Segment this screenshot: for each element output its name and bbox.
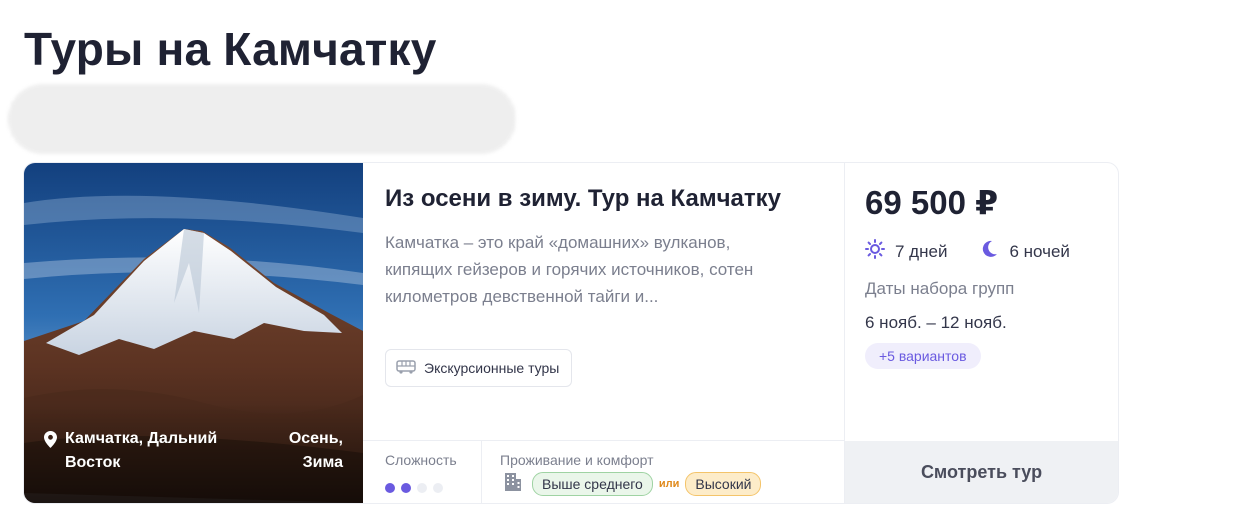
blurred-subtitle: [8, 84, 516, 154]
sun-icon: [865, 239, 885, 264]
nights-count: 6 ночей: [1009, 241, 1070, 261]
comfort-high-badge: Высокий: [685, 471, 762, 496]
tour-duration: 7 дней 6 ночей: [865, 239, 1070, 264]
tour-dates: 6 нояб. – 12 нояб.: [865, 313, 1007, 332]
view-tour-button[interactable]: Смотреть тур: [845, 441, 1118, 503]
tour-info: Из осени в зиму. Тур на Камчатку Камчатк…: [363, 163, 845, 503]
days-count: 7 дней: [895, 241, 948, 261]
difficulty-dot: [385, 483, 395, 493]
comfort-block: Проживание и комфорт Выше среднего или В…: [500, 441, 840, 503]
dates-label: Даты набора групп: [865, 279, 1015, 298]
tour-location: Камчатка, Дальний Восток: [44, 427, 234, 475]
tour-summary: 69 500 ₽ 7 дней 6 ночей Даты набора груп…: [845, 163, 1118, 503]
tour-description: Камчатка – это край «домашних» вулканов,…: [385, 233, 754, 306]
difficulty-indicator: [385, 483, 443, 493]
difficulty-dot: [401, 483, 411, 493]
nights-block: 6 ночей: [979, 239, 1070, 264]
tour-title[interactable]: Из осени в зиму. Тур на Камчатку: [385, 185, 781, 213]
tour-params: Сложность Проживание и комфорт Выше сред…: [363, 440, 844, 503]
moon-icon: [979, 239, 999, 264]
tour-card[interactable]: Камчатка, Дальний Восток Осень, Зима Из …: [23, 162, 1119, 504]
tour-photo[interactable]: Камчатка, Дальний Восток Осень, Зима: [24, 163, 363, 503]
more-dates-badge[interactable]: +5 вариантов: [865, 343, 981, 369]
page-title: Туры на Камчатку: [24, 23, 437, 75]
comfort-or-label: или: [658, 477, 680, 490]
difficulty-dot: [417, 483, 427, 493]
tour-season: Осень, Зима: [288, 430, 343, 471]
tour-type-tag[interactable]: Экскурсионные туры: [385, 349, 573, 387]
comfort-above-average-badge: Выше среднего: [532, 471, 653, 496]
comfort-options: Выше среднего или Высокий: [504, 471, 762, 496]
comfort-label: Проживание и комфорт: [500, 452, 654, 468]
tour-price: 69 500 ₽: [865, 184, 999, 221]
difficulty-block: Сложность: [363, 441, 482, 503]
bus-icon: [396, 359, 416, 377]
difficulty-dot: [433, 483, 443, 493]
map-pin-icon: [44, 431, 57, 475]
building-icon: [504, 471, 522, 496]
tag-label: Экскурсионные туры: [424, 360, 560, 376]
location-text: Камчатка, Дальний Восток: [65, 430, 218, 471]
difficulty-label: Сложность: [385, 452, 457, 468]
